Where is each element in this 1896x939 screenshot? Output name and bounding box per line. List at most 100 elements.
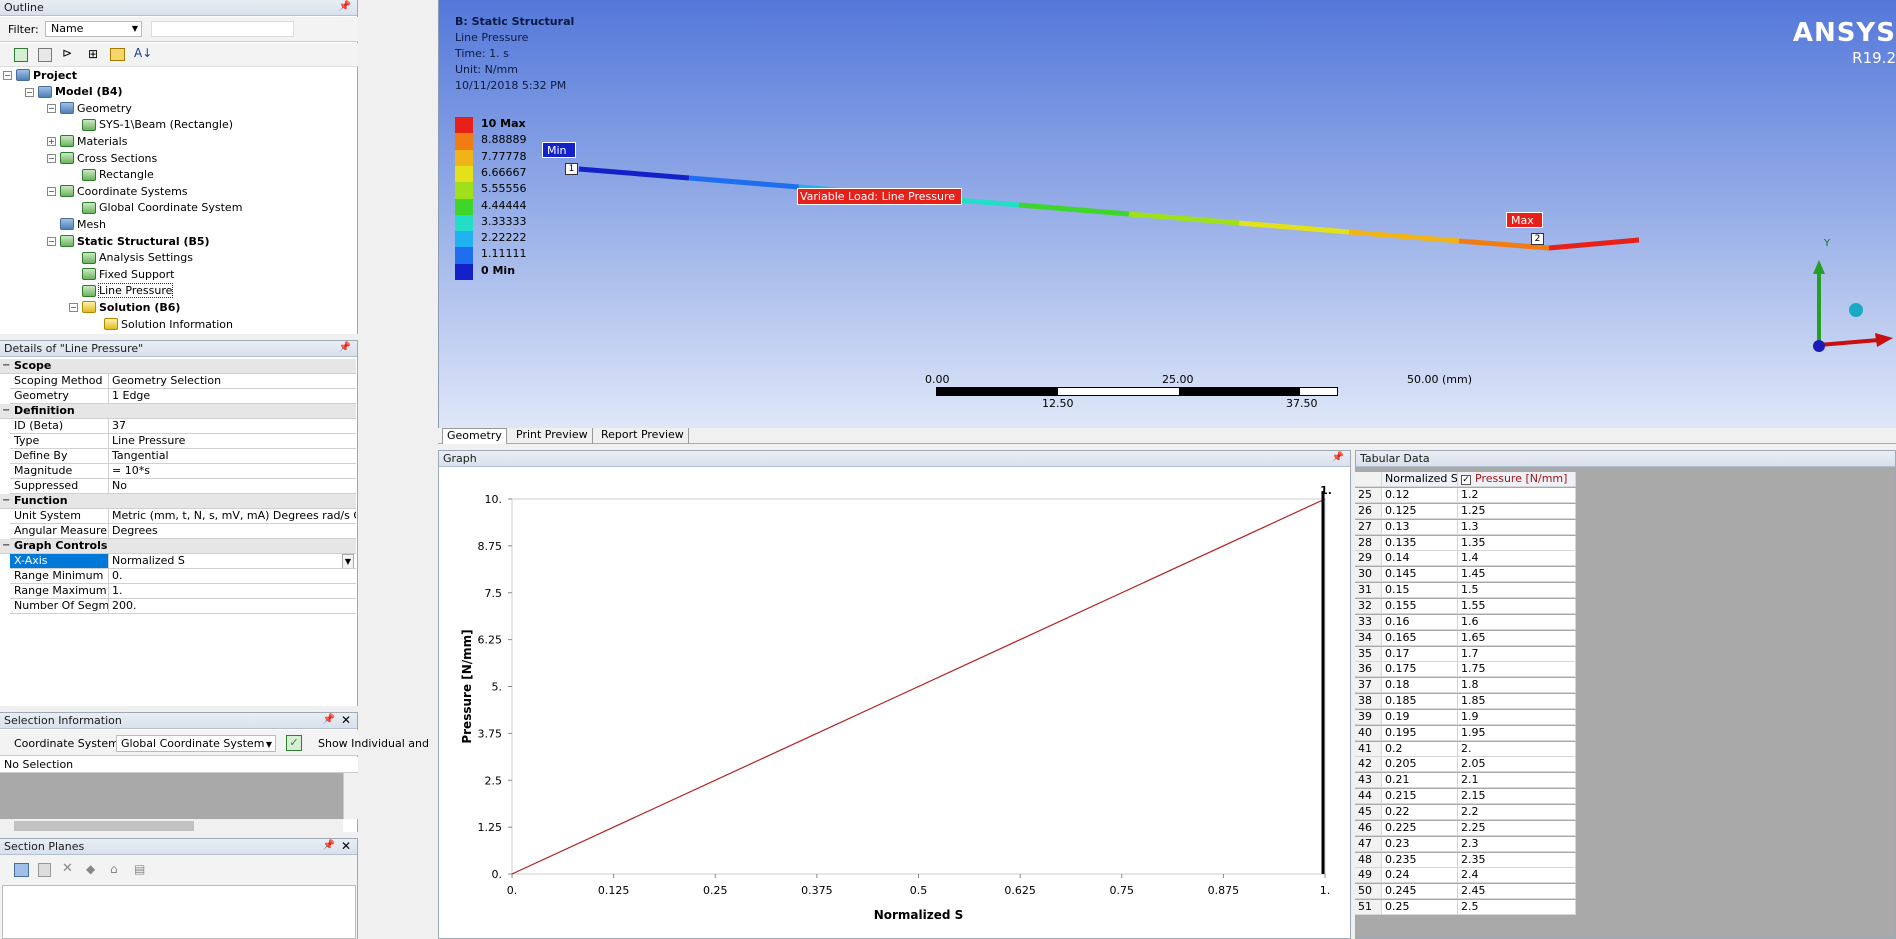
table-row[interactable]: 34 0.165 1.65 — [1355, 630, 1576, 646]
details-group-function[interactable]: Function — [0, 494, 356, 509]
details-row[interactable]: Magnitude = 10*s — [10, 464, 356, 479]
edit-plane-icon[interactable]: ▤ — [134, 862, 145, 876]
table-row[interactable]: 30 0.145 1.45 — [1355, 567, 1576, 583]
axis-triad[interactable] — [1799, 230, 1896, 360]
table-row[interactable]: 32 0.155 1.55 — [1355, 598, 1576, 614]
expand-toggle[interactable]: − — [47, 154, 56, 163]
table-row[interactable]: 28 0.135 1.35 — [1355, 535, 1576, 551]
details-row[interactable]: Number Of Segments200. — [10, 599, 356, 614]
details-group-scope[interactable]: Scope — [0, 359, 356, 374]
filter-select[interactable]: Name ▼ — [45, 21, 142, 37]
new-section-plane-icon[interactable] — [14, 863, 29, 877]
details-row[interactable]: Angular Measure Degrees — [10, 524, 356, 539]
refresh-icon[interactable] — [14, 48, 28, 62]
table-row[interactable]: 31 0.15 1.5 — [1355, 583, 1576, 599]
column-header-pressure[interactable]: ✓ Pressure [N/mm] — [1458, 472, 1576, 487]
table-row[interactable]: 46 0.225 2.25 — [1355, 820, 1576, 836]
chevron-down-icon[interactable]: ▼ — [341, 554, 354, 568]
tab-geometry[interactable]: Geometry — [442, 428, 507, 444]
details-row[interactable]: Range Minimum 0. — [10, 569, 356, 584]
check-icon[interactable]: ✓ — [286, 735, 302, 751]
table-row[interactable]: 42 0.205 2.05 — [1355, 757, 1576, 773]
pin-icon[interactable]: 📌 — [1332, 452, 1344, 463]
edit-icon[interactable] — [38, 48, 52, 62]
table-row[interactable]: 47 0.23 2.3 — [1355, 836, 1576, 852]
sort-icon[interactable]: A↓ — [134, 46, 152, 60]
tree-item[interactable]: Fixed Support — [82, 266, 175, 282]
expand-all-icon[interactable]: ⊞ — [88, 47, 98, 61]
expand-toggle[interactable]: − — [47, 104, 56, 114]
tree-item[interactable]: Rectangle — [82, 167, 154, 183]
geometry-viewport[interactable]: B: Static Structural Line Pressure Time: 1… — [438, 0, 1896, 428]
table-row[interactable]: 43 0.21 2.1 — [1355, 773, 1576, 789]
tree-item[interactable]: Project — [16, 67, 77, 83]
expand-toggle[interactable]: − — [47, 187, 56, 197]
show-plane-icon[interactable]: ⌂ — [110, 862, 118, 876]
close-icon[interactable]: ✕ — [341, 713, 351, 727]
table-row[interactable]: 50 0.245 2.45 — [1355, 884, 1576, 900]
details-group-graph-controls[interactable]: Graph Controls — [0, 539, 356, 554]
checkbox-icon[interactable]: ✓ — [1461, 475, 1471, 485]
details-row[interactable]: ID (Beta) 37 — [10, 419, 356, 434]
tree-item[interactable]: Model (B4) — [38, 84, 123, 100]
details-group-definition[interactable]: Definition — [0, 404, 356, 419]
expand-toggle[interactable]: − — [47, 237, 56, 246]
pin-icon[interactable]: 📌 — [339, 1, 351, 12]
tab-report-preview[interactable]: Report Preview — [597, 428, 689, 444]
tab-print-preview[interactable]: Print Preview — [512, 428, 593, 444]
vertical-scrollbar[interactable] — [343, 773, 358, 819]
tree-item[interactable]: Coordinate Systems — [60, 183, 188, 199]
tree-item[interactable]: Global Coordinate System — [82, 200, 242, 216]
column-header-normalized-s[interactable]: Normalized S — [1382, 472, 1458, 487]
expand-toggle[interactable]: − — [25, 87, 34, 97]
pin-icon[interactable]: 📌 — [323, 840, 335, 851]
table-row[interactable]: 45 0.22 2.2 — [1355, 805, 1576, 820]
table-row[interactable]: 44 0.215 2.15 — [1355, 789, 1576, 805]
details-row[interactable]: Unit System Metric (mm, t, N, s, mV, mA) … — [10, 509, 356, 524]
pin-icon[interactable]: 📌 — [323, 714, 335, 725]
tree-item[interactable]: Solution Information — [104, 316, 233, 332]
details-row[interactable]: Suppressed No — [10, 479, 356, 494]
tree-filter-icon[interactable]: ⊳ — [62, 46, 72, 60]
details-row[interactable]: X-Axis Normalized S ▼ — [10, 554, 356, 569]
table-row[interactable]: 41 0.2 2. — [1355, 741, 1576, 757]
copy-icon[interactable] — [38, 863, 51, 877]
tree-item[interactable]: Materials — [60, 133, 127, 149]
tree-item[interactable]: Solution (B6) — [82, 299, 180, 315]
table-row[interactable]: 40 0.195 1.95 — [1355, 725, 1576, 741]
details-row[interactable]: Define By Tangential — [10, 449, 356, 464]
table-row[interactable]: 39 0.19 1.9 — [1355, 709, 1576, 725]
tree-item[interactable]: SYS-1\Beam (Rectangle) — [82, 117, 233, 133]
table-row[interactable]: 37 0.18 1.8 — [1355, 678, 1576, 694]
cap-icon[interactable]: ◆ — [86, 862, 95, 876]
table-row[interactable]: 29 0.14 1.4 — [1355, 551, 1576, 567]
table-row[interactable]: 27 0.13 1.3 — [1355, 519, 1576, 535]
table-row[interactable]: 38 0.185 1.85 — [1355, 694, 1576, 710]
tree-item[interactable]: Cross Sections — [60, 150, 157, 166]
tree-item[interactable]: Line Pressure — [82, 283, 174, 299]
coordinate-system-select[interactable]: Global Coordinate System ▼ — [116, 735, 276, 752]
folder-icon[interactable] — [110, 48, 125, 61]
show-individual-label[interactable]: Show Individual and — [318, 737, 429, 750]
filter-search-input[interactable] — [151, 21, 294, 37]
tree-item[interactable]: Geometry — [60, 100, 132, 116]
tree-item[interactable]: Mesh — [60, 216, 106, 232]
details-row[interactable]: Range Maximum 1. — [10, 584, 356, 599]
details-row[interactable]: Scoping Method Geometry Selection — [10, 374, 356, 389]
details-row[interactable]: Type Line Pressure — [10, 434, 356, 449]
table-row[interactable]: 35 0.17 1.7 — [1355, 646, 1576, 662]
table-row[interactable]: 25 0.12 1.2 — [1355, 488, 1576, 503]
expand-toggle[interactable]: + — [47, 137, 56, 147]
table-row[interactable]: 33 0.16 1.6 — [1355, 614, 1576, 630]
table-row[interactable]: 51 0.25 2.5 — [1355, 900, 1576, 916]
details-row[interactable]: Geometry 1 Edge — [10, 389, 356, 404]
table-row[interactable]: 36 0.175 1.75 — [1355, 662, 1576, 678]
table-row[interactable]: 26 0.125 1.25 — [1355, 503, 1576, 519]
expand-toggle[interactable]: − — [3, 71, 12, 80]
pin-icon[interactable]: 📌 — [339, 342, 351, 353]
close-icon[interactable]: ✕ — [341, 839, 351, 853]
table-row[interactable]: 49 0.24 2.4 — [1355, 868, 1576, 884]
tree-item[interactable]: Analysis Settings — [82, 250, 193, 266]
tree-item[interactable]: Static Structural (B5) — [60, 233, 210, 249]
expand-toggle[interactable]: − — [69, 303, 78, 313]
